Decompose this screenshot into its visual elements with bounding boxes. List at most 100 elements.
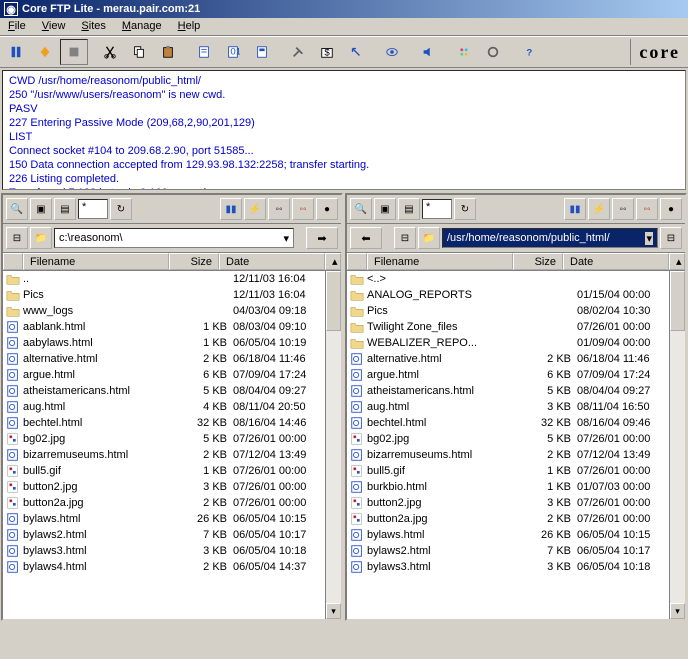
file-row[interactable]: bechtel.html32 KB08/16/04 14:46 — [3, 415, 341, 431]
file-row[interactable]: WEBALIZER_REPO...01/09/04 00:00 — [347, 335, 685, 351]
go-button[interactable]: ⊟ — [660, 227, 682, 249]
file-row[interactable]: bull5.gif1 KB07/26/01 00:00 — [347, 463, 685, 479]
mode-button[interactable]: ● — [660, 198, 682, 220]
menu-file[interactable]: File — [0, 18, 34, 35]
file-row[interactable]: button2a.jpg2 KB07/26/01 00:00 — [3, 495, 341, 511]
scroll-thumb[interactable] — [670, 271, 685, 331]
file-row[interactable]: bizarremuseums.html2 KB07/12/04 13:49 — [347, 447, 685, 463]
help-button[interactable]: ? — [515, 39, 543, 65]
scroll-thumb[interactable] — [326, 271, 341, 331]
sound-button[interactable] — [414, 39, 442, 65]
scroll-track[interactable] — [670, 271, 685, 603]
col-icon[interactable] — [347, 253, 367, 270]
file-row[interactable]: atheistamericans.html5 KB08/04/04 09:27 — [347, 383, 685, 399]
remote-file-list[interactable]: <..>ANALOG_REPORTS01/15/04 00:00Pics08/0… — [347, 271, 685, 619]
view-button[interactable] — [378, 39, 406, 65]
menu-view[interactable]: View — [34, 18, 74, 35]
select-button[interactable]: ▣ — [374, 198, 396, 220]
scroll-up-button[interactable]: ▴ — [669, 253, 685, 270]
file-row[interactable]: aug.html4 KB08/11/04 20:50 — [3, 399, 341, 415]
col-icon[interactable] — [3, 253, 23, 270]
log-button[interactable]: ▤ — [398, 198, 420, 220]
disconnect-button[interactable] — [60, 39, 88, 65]
file-row[interactable]: button2.jpg3 KB07/26/01 00:00 — [3, 479, 341, 495]
diff-button[interactable]: ◦◦ — [636, 198, 658, 220]
file-row[interactable]: bylaws3.html3 KB06/05/04 10:18 — [3, 543, 341, 559]
local-path-input[interactable]: c:\reasonom\ ▾ — [54, 228, 294, 248]
file-row[interactable]: bylaws2.html7 KB06/05/04 10:17 — [347, 543, 685, 559]
tree-button[interactable]: ⊟ — [6, 227, 28, 249]
options-button[interactable] — [479, 39, 507, 65]
tree-button[interactable]: ⊟ — [394, 227, 416, 249]
scrollbar[interactable]: ▾ — [325, 271, 341, 619]
menu-help[interactable]: Help — [170, 18, 209, 35]
file-row[interactable]: button2a.jpg2 KB07/26/01 00:00 — [347, 511, 685, 527]
scroll-down-button[interactable]: ▾ — [326, 603, 341, 619]
col-date[interactable]: Date — [219, 253, 325, 270]
scrollbar[interactable]: ▾ — [669, 271, 685, 619]
cut-button[interactable] — [96, 39, 124, 65]
file-row[interactable]: aug.html3 KB08/11/04 16:50 — [347, 399, 685, 415]
file-row[interactable]: Pics08/02/04 10:30 — [347, 303, 685, 319]
edit-button[interactable] — [190, 39, 218, 65]
local-file-list[interactable]: ..12/11/03 16:04Pics12/11/03 16:04www_lo… — [3, 271, 341, 619]
settings-button[interactable] — [450, 39, 478, 65]
diff-button[interactable]: ◦◦ — [292, 198, 314, 220]
file-row[interactable]: alternative.html2 KB06/18/04 11:46 — [347, 351, 685, 367]
select-button[interactable]: ▣ — [30, 198, 52, 220]
quick-button[interactable]: ⚡ — [588, 198, 610, 220]
file-row[interactable]: www_logs04/03/04 09:18 — [3, 303, 341, 319]
ascii-button[interactable] — [248, 39, 276, 65]
file-row[interactable]: ANALOG_REPORTS01/15/04 00:00 — [347, 287, 685, 303]
file-row[interactable]: bylaws.html26 KB06/05/04 10:15 — [3, 511, 341, 527]
download-button[interactable]: ⬅ — [350, 227, 382, 249]
binary-button[interactable]: 010 — [219, 39, 247, 65]
file-row[interactable]: bylaws4.html2 KB06/05/04 14:37 — [3, 559, 341, 575]
file-row[interactable]: Pics12/11/03 16:04 — [3, 287, 341, 303]
tools-button[interactable] — [284, 39, 312, 65]
file-row[interactable]: bylaws2.html7 KB06/05/04 10:17 — [3, 527, 341, 543]
up-button[interactable]: 📁 — [30, 227, 52, 249]
file-row[interactable]: atheistamericans.html5 KB08/04/04 09:27 — [3, 383, 341, 399]
connect-button[interactable] — [2, 39, 30, 65]
col-filename[interactable]: Filename — [23, 253, 169, 270]
file-row[interactable]: button2.jpg3 KB07/26/01 00:00 — [347, 495, 685, 511]
file-row[interactable]: ..12/11/03 16:04 — [3, 271, 341, 287]
file-row[interactable]: bg02.jpg5 KB07/26/01 00:00 — [3, 431, 341, 447]
reconnect-button[interactable] — [31, 39, 59, 65]
menu-sites[interactable]: Sites — [73, 18, 113, 35]
col-size[interactable]: Size — [169, 253, 219, 270]
remote-path-input[interactable]: /usr/home/reasonom/public_html/ ▾ — [442, 228, 658, 248]
col-filename[interactable]: Filename — [367, 253, 513, 270]
filter-input[interactable]: * — [78, 199, 108, 219]
pause-button[interactable]: ▮▮ — [220, 198, 242, 220]
filter-input[interactable]: * — [422, 199, 452, 219]
file-row[interactable]: bylaws3.html3 KB06/05/04 10:18 — [347, 559, 685, 575]
compare-button[interactable]: ◦◦ — [612, 198, 634, 220]
find-button[interactable]: 🔍 — [350, 198, 372, 220]
file-row[interactable]: <..> — [347, 271, 685, 287]
compare-button[interactable]: ◦◦ — [268, 198, 290, 220]
up-button[interactable]: 📁 — [418, 227, 440, 249]
col-date[interactable]: Date — [563, 253, 669, 270]
refresh-button[interactable]: ↻ — [454, 198, 476, 220]
col-size[interactable]: Size — [513, 253, 563, 270]
refresh-button[interactable]: ↻ — [110, 198, 132, 220]
file-row[interactable]: bizarremuseums.html2 KB07/12/04 13:49 — [3, 447, 341, 463]
log-button[interactable]: ▤ — [54, 198, 76, 220]
paste-button[interactable] — [154, 39, 182, 65]
file-row[interactable]: bylaws.html26 KB06/05/04 10:15 — [347, 527, 685, 543]
menu-manage[interactable]: Manage — [114, 18, 170, 35]
file-row[interactable]: argue.html6 KB07/09/04 17:24 — [3, 367, 341, 383]
scroll-track[interactable] — [326, 271, 341, 603]
file-row[interactable]: alternative.html2 KB06/18/04 11:46 — [3, 351, 341, 367]
pause-button[interactable]: ▮▮ — [564, 198, 586, 220]
schedule-button[interactable]: $ — [313, 39, 341, 65]
scroll-up-button[interactable]: ▴ — [325, 253, 341, 270]
file-row[interactable]: aabylaws.html1 KB06/05/04 10:19 — [3, 335, 341, 351]
file-row[interactable]: Twilight Zone_files07/26/01 00:00 — [347, 319, 685, 335]
scroll-down-button[interactable]: ▾ — [670, 603, 685, 619]
dropdown-icon[interactable]: ▾ — [645, 232, 653, 245]
quick-button[interactable]: ⚡ — [244, 198, 266, 220]
file-row[interactable]: aablank.html1 KB08/03/04 09:10 — [3, 319, 341, 335]
